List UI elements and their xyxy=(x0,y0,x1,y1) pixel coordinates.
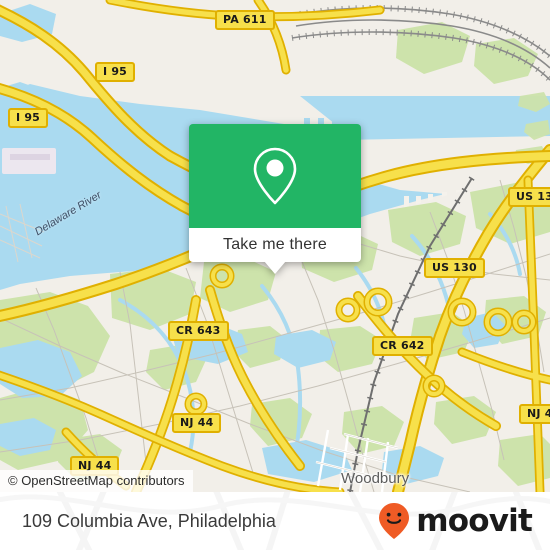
road-shield: US 130 xyxy=(424,258,485,278)
map-canvas[interactable]: PA 611 I 95 I 95 US 130 US 130 CR 643 CR… xyxy=(0,0,550,492)
road-shield: NJ 47 xyxy=(519,404,550,424)
road-shield: NJ 44 xyxy=(172,413,222,433)
footer-bar: 109 Columbia Ave, Philadelphia moovit xyxy=(0,492,550,550)
address-label: 109 Columbia Ave, Philadelphia xyxy=(22,511,276,531)
place-label-woodbury: Woodbury xyxy=(341,470,410,487)
map-pin-icon xyxy=(253,147,297,205)
popup-action-bar[interactable]: Take me there xyxy=(189,228,361,262)
moovit-wordmark: moovit xyxy=(416,502,533,539)
road-shield: I 95 xyxy=(8,108,49,128)
moovit-brand[interactable]: moovit xyxy=(376,492,533,550)
road-shield: I 95 xyxy=(95,62,136,82)
road-shield: PA 611 xyxy=(215,10,275,30)
map-screenshot: PA 611 I 95 I 95 US 130 US 130 CR 643 CR… xyxy=(0,0,550,550)
popup-header xyxy=(189,124,361,228)
moovit-smiley-pin-icon xyxy=(379,503,410,539)
take-me-there-label: Take me there xyxy=(223,236,327,253)
road-shield: CR 642 xyxy=(372,336,433,356)
road-shield: US 130 xyxy=(508,187,550,207)
osm-attribution[interactable]: © OpenStreetMap contributors xyxy=(0,470,193,492)
destination-popup-card[interactable]: Take me there xyxy=(189,124,361,274)
popup-tail xyxy=(264,261,286,274)
road-shield: CR 643 xyxy=(168,321,229,341)
